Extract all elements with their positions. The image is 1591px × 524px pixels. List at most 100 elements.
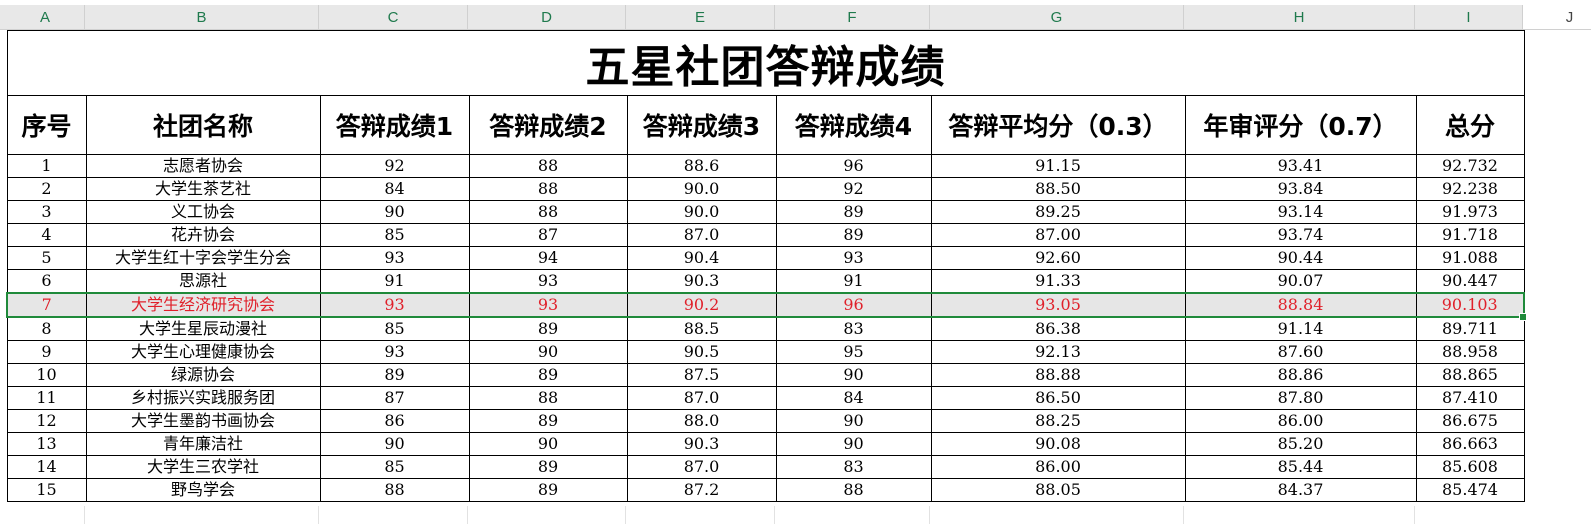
header-score-4[interactable]: 答辩成绩4 [775, 95, 932, 155]
header-annual-review[interactable]: 年审评分（0.7） [1184, 95, 1417, 155]
cell-defense-average[interactable]: 92.13 [930, 340, 1186, 364]
cell-score-4[interactable]: 95 [775, 340, 932, 364]
cell-score-1[interactable]: 93 [319, 292, 470, 318]
cell-score-1[interactable]: 89 [319, 363, 470, 387]
empty-row[interactable] [6, 506, 1522, 524]
cell-score-4[interactable]: 83 [775, 455, 932, 479]
cell-score-4[interactable]: 89 [775, 200, 932, 224]
cell-score-3[interactable]: 87.5 [626, 363, 777, 387]
column-header-c[interactable]: C [319, 5, 468, 29]
cell-score-2[interactable]: 93 [468, 292, 628, 318]
cell-index[interactable]: 13 [6, 432, 87, 456]
cell-annual-review[interactable]: 85.44 [1184, 455, 1417, 479]
cell-score-1[interactable]: 85 [319, 455, 470, 479]
header-club-name[interactable]: 社团名称 [85, 95, 321, 155]
header-score-1[interactable]: 答辩成绩1 [319, 95, 470, 155]
cell-score-3[interactable]: 87.2 [626, 478, 777, 502]
cell-total[interactable]: 88.958 [1415, 340, 1525, 364]
cell-club-name[interactable]: 大学生心理健康协会 [85, 340, 321, 364]
cell-score-1[interactable]: 90 [319, 200, 470, 224]
cell-club-name[interactable]: 大学生墨韵书画协会 [85, 409, 321, 433]
header-score-2[interactable]: 答辩成绩2 [468, 95, 628, 155]
cell-annual-review[interactable]: 93.41 [1184, 154, 1417, 178]
column-header-j[interactable]: J [1548, 5, 1591, 29]
cell-club-name[interactable]: 绿源协会 [85, 363, 321, 387]
cell-defense-average[interactable]: 91.15 [930, 154, 1186, 178]
cell-score-2[interactable]: 87 [468, 223, 628, 247]
cell-score-2[interactable]: 88 [468, 177, 628, 201]
column-header-h[interactable]: H [1184, 5, 1415, 29]
table-row[interactable]: 5 大学生红十字会学生分会 93 94 90.4 93 92.60 90.44 91.088 [6, 246, 1525, 270]
cell-index[interactable]: 3 [6, 200, 87, 224]
cell-score-4[interactable]: 92 [775, 177, 932, 201]
cell-index[interactable]: 2 [6, 177, 87, 201]
cell-score-3[interactable]: 90.3 [626, 432, 777, 456]
cell-annual-review[interactable]: 86.00 [1184, 409, 1417, 433]
table-row[interactable]: 4 花卉协会 85 87 87.0 89 87.00 93.74 91.718 [6, 223, 1525, 247]
cell-annual-review[interactable]: 85.20 [1184, 432, 1417, 456]
table-row[interactable]: 11 乡村振兴实践服务团 87 88 87.0 84 86.50 87.80 87.410 [6, 386, 1525, 410]
cell-total[interactable]: 91.088 [1415, 246, 1525, 270]
cell-index[interactable]: 6 [6, 269, 87, 294]
cell-total[interactable]: 85.474 [1415, 478, 1525, 502]
cell-index[interactable]: 8 [6, 316, 87, 341]
cell-score-1[interactable]: 86 [319, 409, 470, 433]
cell-total[interactable]: 91.718 [1415, 223, 1525, 247]
cell-score-3[interactable]: 90.2 [626, 292, 777, 318]
cell-score-2[interactable]: 88 [468, 200, 628, 224]
cell-score-2[interactable]: 89 [468, 478, 628, 502]
cell-annual-review[interactable]: 87.60 [1184, 340, 1417, 364]
cell-annual-review[interactable]: 88.84 [1184, 292, 1417, 318]
table-row-selected[interactable]: 7 大学生经济研究协会 93 93 90.2 96 93.05 88.84 90.103 [6, 292, 1525, 318]
cell-total[interactable]: 87.410 [1415, 386, 1525, 410]
cell-annual-review[interactable]: 90.44 [1184, 246, 1417, 270]
cell-score-1[interactable]: 91 [319, 269, 470, 294]
cell-score-3[interactable]: 90.5 [626, 340, 777, 364]
header-index[interactable]: 序号 [6, 95, 87, 155]
cell-index[interactable]: 11 [6, 386, 87, 410]
cell-club-name[interactable]: 大学生茶艺社 [85, 177, 321, 201]
cell-score-4[interactable]: 96 [775, 292, 932, 318]
cell-score-2[interactable]: 89 [468, 363, 628, 387]
header-score-3[interactable]: 答辩成绩3 [626, 95, 777, 155]
cell-score-1[interactable]: 90 [319, 432, 470, 456]
cell-index[interactable]: 9 [6, 340, 87, 364]
cell-score-1[interactable]: 92 [319, 154, 470, 178]
cell-index[interactable]: 15 [6, 478, 87, 502]
cell-score-4[interactable]: 90 [775, 409, 932, 433]
cell-total[interactable]: 86.675 [1415, 409, 1525, 433]
table-row[interactable]: 9 大学生心理健康协会 93 90 90.5 95 92.13 87.60 88.958 [6, 340, 1525, 364]
cell-defense-average[interactable]: 86.38 [930, 316, 1186, 341]
cell-score-2[interactable]: 90 [468, 340, 628, 364]
cell-score-2[interactable]: 89 [468, 409, 628, 433]
cell-score-2[interactable]: 93 [468, 269, 628, 294]
cell-club-name[interactable]: 志愿者协会 [85, 154, 321, 178]
cell-total[interactable]: 90.447 [1415, 269, 1525, 294]
cell-total[interactable]: 91.973 [1415, 200, 1525, 224]
sheet-title[interactable]: 五星社团答辩成绩 [6, 30, 1525, 96]
cell-score-4[interactable]: 83 [775, 316, 932, 341]
cell-score-2[interactable]: 90 [468, 432, 628, 456]
cell-club-name[interactable]: 青年廉洁社 [85, 432, 321, 456]
header-defense-average[interactable]: 答辩平均分（0.3） [930, 95, 1186, 155]
cell-score-3[interactable]: 87.0 [626, 386, 777, 410]
cell-club-name[interactable]: 大学生经济研究协会 [85, 292, 321, 318]
cell-total[interactable]: 92.732 [1415, 154, 1525, 178]
cell-defense-average[interactable]: 90.08 [930, 432, 1186, 456]
cell-defense-average[interactable]: 86.50 [930, 386, 1186, 410]
table-row[interactable]: 14 大学生三农学社 85 89 87.0 83 86.00 85.44 85.608 [6, 455, 1525, 479]
table-row[interactable]: 12 大学生墨韵书画协会 86 89 88.0 90 88.25 86.00 86.675 [6, 409, 1525, 433]
cell-defense-average[interactable]: 88.50 [930, 177, 1186, 201]
cell-index[interactable]: 1 [6, 154, 87, 178]
cell-defense-average[interactable]: 88.88 [930, 363, 1186, 387]
cell-total[interactable]: 89.711 [1415, 316, 1525, 341]
cell-defense-average[interactable]: 88.25 [930, 409, 1186, 433]
cell-club-name[interactable]: 野鸟学会 [85, 478, 321, 502]
table-row[interactable]: 8 大学生星辰动漫社 85 89 88.5 83 86.38 91.14 89.711 [6, 316, 1525, 341]
cell-annual-review[interactable]: 84.37 [1184, 478, 1417, 502]
cell-index[interactable]: 14 [6, 455, 87, 479]
cell-score-2[interactable]: 89 [468, 455, 628, 479]
cell-annual-review[interactable]: 87.80 [1184, 386, 1417, 410]
table-row[interactable]: 2 大学生茶艺社 84 88 90.0 92 88.50 93.84 92.238 [6, 177, 1525, 201]
cell-score-3[interactable]: 87.0 [626, 223, 777, 247]
